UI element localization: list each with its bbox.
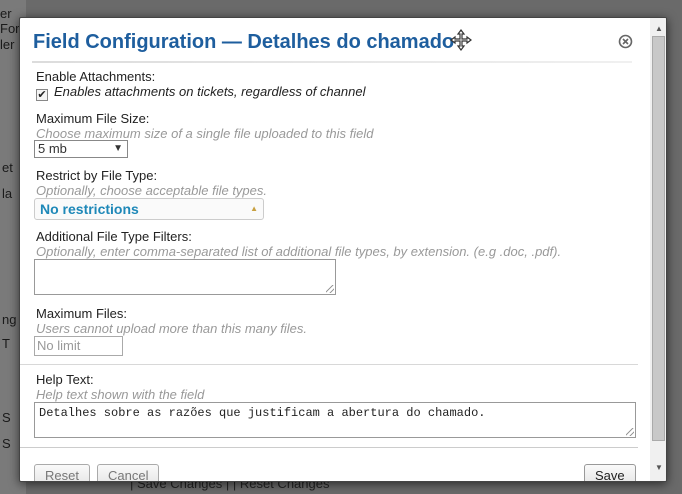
bg-fragment: T	[2, 336, 10, 351]
save-button[interactable]: Save	[584, 464, 636, 481]
field-configuration-dialog: Field Configuration — Detalhes do chamad…	[19, 17, 667, 482]
footer-divider	[20, 447, 638, 448]
sort-icon: ▲	[250, 204, 258, 213]
vertical-scrollbar[interactable]: ▲ ▼	[650, 18, 666, 481]
max-files-label: Maximum Files:	[36, 306, 128, 321]
title-divider	[32, 61, 632, 63]
additional-filters-label: Additional File Type Filters:	[36, 229, 192, 244]
move-icon[interactable]	[450, 29, 472, 51]
bg-fragment: la	[2, 186, 13, 201]
bg-fragment: ng	[2, 312, 17, 327]
chevron-down-icon: ▼	[113, 143, 123, 154]
scroll-down-icon[interactable]: ▼	[650, 461, 666, 475]
help-text-value: Detalhes sobre as razões que justificam …	[39, 406, 486, 420]
bg-fragment: et	[2, 160, 13, 175]
scroll-up-icon[interactable]: ▲	[650, 22, 666, 36]
max-file-size-select[interactable]: 5 mb ▼	[34, 140, 128, 158]
restrict-type-label: Restrict by File Type:	[36, 168, 158, 183]
cancel-button[interactable]: Cancel	[97, 464, 160, 481]
max-files-input[interactable]: No limit	[34, 336, 123, 356]
close-icon[interactable]	[618, 34, 633, 49]
restrict-type-select[interactable]: No restrictions ▲	[34, 198, 264, 220]
bg-fragment: S	[2, 436, 11, 451]
restrict-type-value: No restrictions	[40, 201, 139, 217]
max-files-hint: Users cannot upload more than this many …	[36, 321, 307, 336]
additional-filters-textarea[interactable]	[34, 259, 336, 295]
max-file-size-label: Maximum File Size:	[36, 111, 150, 126]
enable-attachments-label: Enable Attachments:	[36, 69, 156, 84]
help-text-hint: Help text shown with the field	[36, 387, 205, 402]
max-file-size-value: 5 mb	[38, 141, 67, 156]
dialog-title: Field Configuration — Detalhes do chamad…	[33, 31, 455, 53]
max-file-size-hint: Choose maximum size of a single file upl…	[36, 126, 374, 141]
scroll-thumb[interactable]	[652, 36, 665, 441]
help-text-textarea[interactable]: Detalhes sobre as razões que justificam …	[34, 402, 636, 438]
resize-grip[interactable]	[326, 285, 334, 293]
additional-filters-hint: Optionally, enter comma-separated list o…	[36, 244, 562, 259]
help-text-label: Help Text:	[36, 372, 94, 387]
resize-grip[interactable]	[626, 428, 634, 436]
section-divider	[20, 364, 638, 365]
enable-attachments-text: Enables attachments on tickets, regardle…	[54, 84, 366, 99]
dialog-body: Field Configuration — Detalhes do chamad…	[20, 18, 650, 481]
bg-fragment: ler	[0, 37, 15, 52]
restrict-type-hint: Optionally, choose acceptable file types…	[36, 183, 268, 198]
reset-button[interactable]: Reset	[34, 464, 90, 481]
enable-attachments-checkbox[interactable]: ✔	[36, 89, 48, 101]
bg-fragment: S	[2, 410, 11, 425]
check-icon: ✔	[37, 89, 47, 101]
enable-attachments-row[interactable]: ✔ Enables attachments on tickets, regardl…	[36, 84, 365, 101]
